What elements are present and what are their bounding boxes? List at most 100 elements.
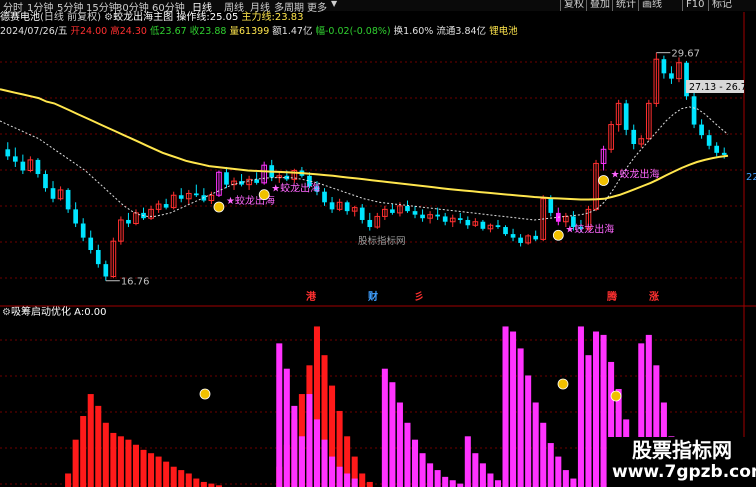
sub-indicator-name[interactable]: 吸筹启动优化 (11, 307, 71, 318)
accumulation-bar-magenta (389, 382, 396, 487)
candle-body (405, 205, 410, 212)
right-axis-value: 22 (746, 172, 756, 183)
money-bag-icon (213, 201, 225, 213)
accumulation-bar-magenta (547, 443, 554, 487)
high-value: 24.30 (119, 26, 147, 37)
accumulation-bar-magenta (442, 476, 449, 487)
close-value: 23.88 (199, 26, 227, 37)
candle-body (465, 219, 471, 226)
open-value: 24.00 (80, 26, 108, 37)
candle-body (412, 211, 418, 215)
candle-body (344, 202, 350, 212)
stock-name[interactable]: 德赛电池 (0, 12, 40, 23)
accumulation-bar-red (163, 461, 170, 487)
high-label: 29.67 (671, 49, 700, 60)
event-marker: 彡 (414, 291, 424, 303)
money-bag-icon (258, 189, 270, 201)
accumulation-bar-magenta (502, 326, 509, 487)
sub-money-bag-icon (557, 378, 569, 390)
accumulation-bar-magenta (313, 419, 320, 487)
candle-body (510, 234, 516, 238)
accumulation-bar-magenta (283, 368, 290, 487)
settings-gear-icon[interactable]: ⚙ (104, 12, 113, 23)
accumulation-bar-magenta (570, 478, 577, 487)
accumulation-bar-magenta (412, 439, 419, 487)
candle-body (699, 124, 704, 136)
low-label: 低 (150, 26, 160, 37)
candle-body (163, 204, 169, 208)
candle-body (80, 223, 86, 238)
accumulation-bar-magenta (562, 470, 569, 487)
chart-mode: (日线 前复权) (40, 12, 101, 23)
accumulation-bar-red (178, 470, 185, 487)
candle-body (518, 237, 523, 243)
candle-body (661, 59, 667, 74)
candle-body (548, 198, 554, 213)
accumulation-bar-magenta (336, 466, 343, 487)
candle-body (457, 218, 463, 220)
accumulation-bar-red (148, 453, 155, 487)
change-value: -0.02(-0.08%) (325, 26, 391, 37)
close-label: 收 (189, 26, 200, 37)
candle-body (669, 73, 674, 79)
accumulation-bar-red (170, 466, 177, 487)
accumulation-bar-magenta (532, 402, 539, 487)
candle-body (390, 209, 395, 213)
accumulation-bar-magenta (344, 473, 351, 487)
accumulation-bar-red (95, 405, 102, 487)
accumulation-bar-red (208, 483, 215, 487)
indicator-name[interactable]: 蛟龙出海主图 (113, 12, 173, 23)
candle-body (721, 152, 727, 155)
candle-body (503, 227, 508, 235)
sub-indicator-header: ⚙吸筹启动优化 A:0.00 (2, 307, 106, 319)
money-bag-icon (552, 229, 564, 241)
candle-body (631, 129, 637, 144)
accumulation-bar-magenta (396, 402, 403, 487)
turnover-label: 换 (393, 26, 404, 37)
quote-bar: 2024/07/26/五 开24.00 高24.30 低23.67 收23.88… (0, 26, 518, 38)
open-label: 开 (70, 26, 81, 37)
sub-settings-gear-icon[interactable]: ⚙ (2, 307, 11, 318)
accumulation-bar-red (366, 481, 373, 487)
candle-body (103, 264, 109, 277)
accumulation-bar-magenta (510, 331, 517, 487)
event-marker: 财 (367, 290, 378, 303)
candle-body (178, 195, 184, 199)
accumulation-bar-magenta (427, 463, 434, 487)
center-watermark: 股标指标网 (358, 235, 406, 247)
signal-label: ★蛟龙出海 (271, 182, 320, 195)
sub-indicator-value-label: A: (74, 307, 85, 318)
accumulation-bar-red (80, 416, 87, 487)
accumulation-bar-magenta (321, 439, 328, 487)
sector-tag[interactable]: 锂电池 (489, 26, 518, 37)
candle-body (322, 191, 327, 203)
candle-body (65, 189, 71, 210)
accumulation-bar-red (132, 444, 139, 487)
candle-body (420, 214, 425, 219)
accumulation-bar-magenta (329, 456, 336, 487)
kline-chart[interactable]: ★蛟龙出海★蛟龙出海★蛟龙出海★蛟龙出海29.6716.7627.13 - 26… (0, 0, 756, 487)
candle-body (20, 161, 26, 171)
accumulation-bar-magenta (487, 473, 494, 487)
accumulation-bar-magenta (472, 453, 479, 487)
accumulation-bar-red (359, 473, 366, 487)
accumulation-bar-red (87, 394, 94, 487)
accumulation-bar-magenta (577, 326, 584, 487)
candle-body (88, 237, 94, 250)
accumulation-bar-red (200, 481, 207, 487)
candle-body (126, 219, 131, 224)
accumulation-bar-red (125, 439, 132, 487)
op-line-value: 25.05 (209, 12, 239, 23)
accumulation-bar-red (185, 473, 192, 487)
candle-body (533, 235, 539, 240)
accumulation-bar-magenta (457, 483, 464, 487)
volume-value: 61399 (239, 26, 270, 37)
candle-body (73, 209, 78, 224)
event-marker: 涨 (649, 290, 659, 303)
watermark-title: 股票指标网 (632, 438, 732, 462)
candle-body (367, 219, 373, 228)
accumulation-bar-red (110, 432, 117, 487)
accumulation-bar-red (155, 456, 162, 487)
accumulation-bar-red (140, 449, 147, 487)
candle-body (43, 174, 48, 189)
